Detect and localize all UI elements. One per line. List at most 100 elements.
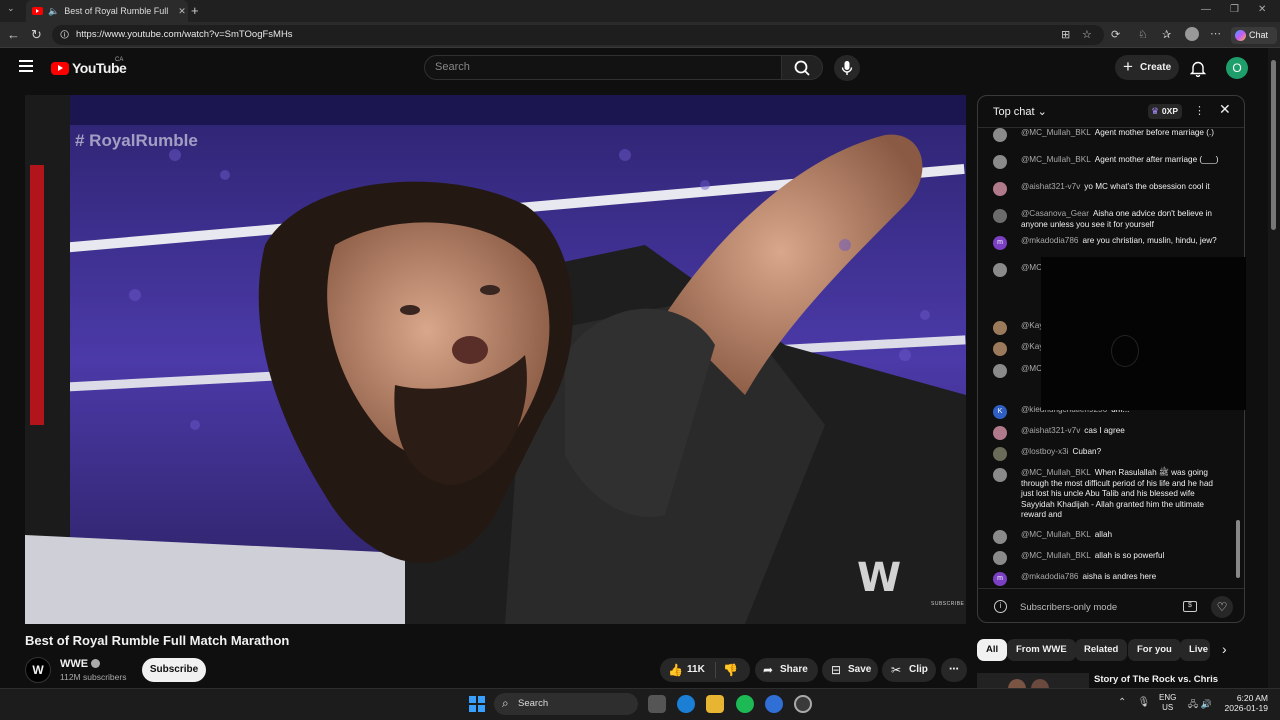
chat-message[interactable]: @MC_Mullah_BKL Agent mother before marria… bbox=[993, 128, 1221, 142]
profile-avatar-icon[interactable] bbox=[1185, 27, 1199, 41]
chat-close-icon[interactable]: ✕ bbox=[1219, 101, 1231, 118]
create-button[interactable]: Create bbox=[1115, 54, 1179, 80]
chat-author[interactable]: @mkadodia786 bbox=[1021, 572, 1078, 581]
settings-menu-icon[interactable]: ⋯ bbox=[1210, 27, 1221, 40]
channel-avatar[interactable]: W bbox=[25, 657, 51, 683]
chat-more-icon[interactable]: ⋮ bbox=[1194, 104, 1205, 117]
chat-author[interactable]: @aishat321-v7v bbox=[1021, 426, 1080, 435]
chat-avatar[interactable] bbox=[993, 209, 1007, 223]
browser-tab[interactable]: 🔈 Best of Royal Rumble Full Ma ✕ bbox=[26, 0, 188, 22]
clock[interactable]: 6:20 AM 2026-01-19 bbox=[1218, 693, 1268, 713]
chat-author[interactable]: @MC_Mullah_BKL bbox=[1021, 468, 1091, 477]
restore-icon[interactable]: ❐ bbox=[1230, 4, 1239, 15]
chat-avatar[interactable] bbox=[993, 155, 1007, 169]
recommendation-title[interactable]: Story of The Rock vs. Chris bbox=[1094, 674, 1218, 685]
chat-message[interactable]: @MC_Mullah_BKL Agent mother after marriag… bbox=[993, 155, 1221, 169]
browser-essentials-icon[interactable]: ♘ bbox=[1138, 28, 1148, 41]
chat-avatar[interactable]: m bbox=[993, 236, 1007, 250]
heart-icon[interactable]: ♡ bbox=[1211, 596, 1233, 618]
more-actions-button[interactable]: ⋯ bbox=[941, 658, 967, 682]
extensions-icon[interactable]: ⟳ bbox=[1111, 28, 1120, 41]
chip-from-wwe[interactable]: From WWE bbox=[1007, 639, 1076, 661]
tab-actions-icon[interactable]: ⌄ bbox=[7, 3, 15, 14]
settings-icon[interactable] bbox=[794, 695, 812, 713]
spotify-icon[interactable] bbox=[736, 695, 754, 713]
chat-message[interactable]: @aishat321-v7v cas I agree bbox=[993, 426, 1221, 440]
minimize-icon[interactable]: — bbox=[1201, 4, 1211, 15]
channel-name[interactable]: WWE bbox=[60, 658, 101, 670]
chat-avatar[interactable] bbox=[993, 364, 1007, 378]
chat-author[interactable]: @mkadodia786 bbox=[1021, 236, 1078, 245]
chat-avatar[interactable] bbox=[993, 182, 1007, 196]
chat-avatar[interactable]: m bbox=[993, 572, 1007, 586]
chat-author[interactable]: @lostboy-x3i bbox=[1021, 447, 1068, 456]
chip-for-you[interactable]: For you bbox=[1128, 639, 1181, 661]
windows-start-icon[interactable] bbox=[469, 696, 485, 712]
chat-message[interactable]: m @mkadodia786 aisha is andres here bbox=[993, 572, 1221, 586]
chat-author[interactable]: @MC bbox=[1021, 263, 1042, 272]
chat-avatar[interactable]: K bbox=[993, 405, 1007, 419]
chat-scrollbar-thumb[interactable] bbox=[1236, 520, 1240, 578]
chat-message[interactable]: @lostboy-x3i Cuban? bbox=[993, 447, 1221, 461]
chat-message[interactable]: @MC_Mullah_BKL allah is so powerful bbox=[993, 551, 1221, 565]
page-scrollbar-thumb[interactable] bbox=[1271, 60, 1276, 230]
share-button[interactable]: ➦ Share bbox=[755, 658, 818, 682]
back-icon[interactable]: ← bbox=[7, 27, 20, 42]
edge-browser-icon[interactable] bbox=[677, 695, 695, 713]
notifications-bell-icon[interactable] bbox=[1190, 60, 1206, 77]
chat-avatar[interactable] bbox=[993, 551, 1007, 565]
save-button[interactable]: ⊟ Save bbox=[822, 658, 878, 682]
tab-close-icon[interactable]: ✕ bbox=[176, 6, 188, 17]
like-count[interactable]: 11K bbox=[687, 658, 705, 682]
chat-mode-dropdown[interactable]: Top chat ⌄ bbox=[993, 105, 1047, 118]
refresh-icon[interactable]: ↻ bbox=[31, 27, 42, 43]
app-available-icon[interactable]: ⊞ bbox=[1061, 28, 1070, 41]
chip-live[interactable]: Live bbox=[1180, 639, 1210, 661]
chip-all[interactable]: All bbox=[977, 639, 1008, 661]
thumbs-down-icon[interactable]: 👎 bbox=[723, 658, 738, 682]
search-button[interactable] bbox=[781, 55, 823, 80]
task-view-icon[interactable] bbox=[648, 695, 666, 713]
search-input[interactable]: Search bbox=[424, 55, 782, 80]
chat-message[interactable]: @MC_Mullah_BKL allah bbox=[993, 530, 1221, 544]
chat-author[interactable]: @MC bbox=[1021, 364, 1042, 373]
new-tab-icon[interactable]: + bbox=[191, 3, 199, 18]
chat-avatar[interactable] bbox=[993, 321, 1007, 335]
chat-avatar[interactable] bbox=[993, 530, 1007, 544]
subscribe-button[interactable]: Subscribe bbox=[142, 658, 206, 682]
url-field[interactable]: 🛈 https://www.youtube.com/watch?v=SmTOog… bbox=[52, 25, 1104, 45]
account-avatar[interactable]: O bbox=[1226, 57, 1248, 79]
chat-message[interactable]: @Casanova_Gear Aisha one advice don't bel… bbox=[993, 209, 1221, 230]
window-close-icon[interactable]: ✕ bbox=[1258, 4, 1266, 15]
super-chat-icon[interactable]: $ bbox=[1183, 601, 1197, 612]
favorite-star-icon[interactable]: ☆ bbox=[1082, 28, 1092, 41]
info-icon[interactable]: i bbox=[994, 600, 1007, 613]
chat-author[interactable]: @MC_Mullah_BKL bbox=[1021, 128, 1091, 137]
network-volume-icons[interactable]: 🖧 🔊 bbox=[1188, 697, 1212, 713]
language-indicator[interactable]: ENG US bbox=[1159, 693, 1176, 713]
app-icon[interactable] bbox=[765, 695, 783, 713]
chat-author[interactable]: @MC_Mullah_BKL bbox=[1021, 551, 1091, 560]
menu-icon[interactable] bbox=[19, 60, 33, 72]
chat-author[interactable]: @MC_Mullah_BKL bbox=[1021, 155, 1091, 164]
thumbs-up-icon[interactable]: 👍 bbox=[668, 658, 683, 682]
chat-message[interactable]: m @mkadodia786 are you christian, muslin, … bbox=[993, 236, 1221, 250]
voice-search-button[interactable] bbox=[834, 55, 860, 81]
chip-related[interactable]: Related bbox=[1075, 639, 1128, 661]
chat-avatar[interactable] bbox=[993, 263, 1007, 277]
recommendation-thumbnail[interactable] bbox=[977, 673, 1089, 689]
chat-author[interactable]: @aishat321-v7v bbox=[1021, 182, 1080, 191]
chat-avatar[interactable] bbox=[993, 447, 1007, 461]
file-explorer-icon[interactable] bbox=[706, 695, 724, 713]
chat-message[interactable]: @MC_Mullah_BKL When Rasulallah ﷺ was goin… bbox=[993, 468, 1221, 521]
chevron-right-icon[interactable]: › bbox=[1222, 641, 1227, 657]
chat-avatar[interactable] bbox=[993, 128, 1007, 142]
xp-badge[interactable]: 0XP bbox=[1148, 104, 1182, 119]
system-tray[interactable]: ⌃ 🎙 bbox=[1118, 697, 1150, 708]
chat-avatar[interactable] bbox=[993, 468, 1007, 482]
taskbar-search[interactable]: Search bbox=[494, 692, 638, 715]
clip-button[interactable]: ✂ Clip bbox=[882, 658, 936, 682]
video-player[interactable]: # RoyalRumble W SUBSCRIBE bbox=[25, 95, 966, 624]
chat-avatar[interactable] bbox=[993, 426, 1007, 440]
favorites-icon[interactable]: ✰ bbox=[1162, 28, 1171, 41]
